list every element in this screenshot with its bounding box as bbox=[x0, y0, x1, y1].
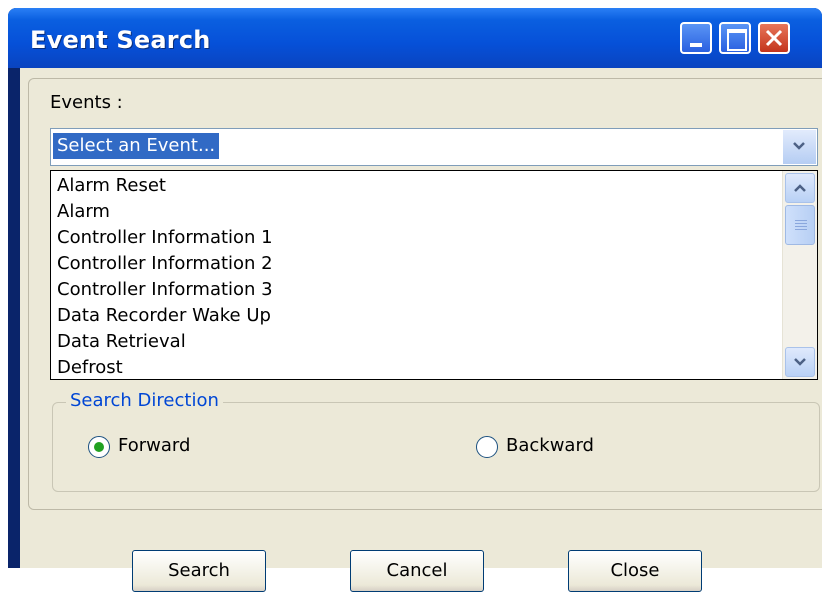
list-item[interactable]: Data Recorder Wake Up bbox=[51, 303, 781, 329]
chevron-down-icon bbox=[794, 358, 806, 366]
event-search-window: Event Search Events : Select an Event... bbox=[8, 8, 822, 592]
maximize-icon bbox=[727, 29, 747, 51]
dialog-body: Events : Select an Event... Alarm Reset … bbox=[20, 68, 822, 592]
list-scrollbar[interactable] bbox=[782, 171, 817, 379]
thumb-grip-line bbox=[795, 226, 807, 227]
close-window-button[interactable] bbox=[758, 22, 790, 54]
close-button[interactable]: Close bbox=[568, 550, 702, 592]
backward-label[interactable]: Backward bbox=[506, 435, 594, 456]
list-item[interactable]: Alarm bbox=[51, 199, 781, 225]
window-title: Event Search bbox=[30, 26, 211, 54]
chevron-up-icon bbox=[794, 184, 806, 192]
search-button[interactable]: Search bbox=[132, 550, 266, 592]
combobox-dropdown-button[interactable] bbox=[782, 130, 816, 164]
forward-label[interactable]: Forward bbox=[118, 435, 190, 456]
radio-selected-dot bbox=[94, 442, 104, 452]
thumb-grip-line bbox=[795, 223, 807, 224]
minimize-icon bbox=[690, 43, 702, 47]
list-item[interactable]: Alarm Reset bbox=[51, 173, 781, 199]
event-dropdown-list[interactable]: Alarm Reset Alarm Controller Information… bbox=[50, 170, 818, 380]
list-item[interactable]: Controller Information 3 bbox=[51, 277, 781, 303]
close-icon bbox=[765, 29, 783, 47]
list-item[interactable]: Defrost bbox=[51, 355, 781, 381]
scroll-up-button[interactable] bbox=[785, 173, 815, 203]
minimize-button[interactable] bbox=[680, 22, 712, 54]
event-combobox-value[interactable]: Select an Event... bbox=[53, 133, 220, 159]
list-item[interactable]: Controller Information 1 bbox=[51, 225, 781, 251]
title-bar[interactable]: Event Search bbox=[8, 8, 822, 68]
chevron-down-icon bbox=[793, 142, 805, 150]
backward-radio[interactable] bbox=[476, 436, 498, 458]
scroll-thumb[interactable] bbox=[785, 205, 815, 245]
list-item[interactable]: Controller Information 2 bbox=[51, 251, 781, 277]
search-direction-legend: Search Direction bbox=[66, 390, 223, 411]
thumb-grip-line bbox=[795, 229, 807, 230]
cancel-button[interactable]: Cancel bbox=[350, 550, 484, 592]
list-item[interactable]: Data Retrieval bbox=[51, 329, 781, 355]
events-label: Events : bbox=[50, 92, 123, 113]
scroll-down-button[interactable] bbox=[785, 347, 815, 377]
event-combobox[interactable]: Select an Event... bbox=[50, 128, 818, 166]
thumb-grip-line bbox=[795, 220, 807, 221]
maximize-button[interactable] bbox=[719, 22, 751, 54]
forward-radio[interactable] bbox=[88, 436, 110, 458]
